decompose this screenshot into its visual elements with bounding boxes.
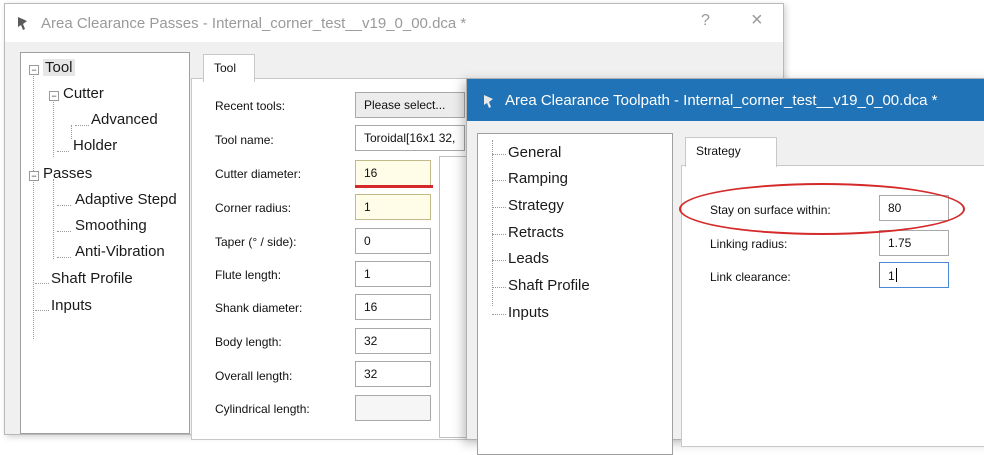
annotation-underline [355, 185, 433, 188]
flute-length-field[interactable]: 1 [355, 261, 431, 287]
linking-radius-field[interactable]: 1.75 [879, 230, 949, 256]
tab-tool[interactable]: Tool [203, 54, 255, 82]
corner-radius-field[interactable]: 1 [355, 194, 431, 220]
overall-length-field[interactable]: 32 [355, 361, 431, 387]
link-clearance-label: Link clearance: [710, 270, 791, 284]
link-clearance-value: 1 [888, 269, 895, 283]
tree-item-general[interactable]: General [508, 144, 561, 161]
collapse-icon[interactable]: − [29, 65, 39, 75]
title-bar[interactable]: Area Clearance Passes - Internal_corner_… [5, 4, 783, 42]
collapse-icon[interactable]: − [29, 171, 39, 181]
cutter-diameter-label: Cutter diameter: [215, 167, 302, 181]
tree-item-leads[interactable]: Leads [508, 250, 549, 267]
link-clearance-field[interactable]: 1 [879, 262, 949, 288]
cutter-diameter-field[interactable]: 16 [355, 160, 431, 186]
page-tree: General Ramping Strategy Retracts Leads … [477, 133, 673, 455]
annotation-ellipse [679, 183, 965, 235]
flute-length-label: Flute length: [215, 268, 282, 282]
body-length-label: Body length: [215, 335, 282, 349]
tree-item-shaft-profile[interactable]: Shaft Profile [508, 277, 590, 294]
tool-name-label: Tool name: [215, 133, 274, 147]
app-icon [18, 17, 27, 30]
help-button[interactable]: ? [701, 12, 710, 30]
window-title: Area Clearance Passes - Internal_corner_… [41, 15, 467, 32]
cylindrical-length-label: Cylindrical length: [215, 402, 310, 416]
tool-name-field[interactable]: Toroidal[16x1 32, [355, 125, 465, 151]
corner-radius-label: Corner radius: [215, 201, 292, 215]
shank-diameter-label: Shank diameter: [215, 301, 303, 315]
overall-length-label: Overall length: [215, 369, 293, 383]
tree-item-inputs[interactable]: Inputs [51, 297, 92, 314]
tree-item-smoothing[interactable]: Smoothing [75, 217, 147, 234]
tree-item-adaptive-stepdown[interactable]: Adaptive Stepd [75, 191, 177, 208]
page-tree: − Tool − Cutter Advanced Holder − Passes… [20, 52, 190, 434]
tree-item-strategy[interactable]: Strategy [508, 197, 564, 214]
app-icon [484, 95, 493, 108]
cylindrical-length-field[interactable] [355, 395, 431, 421]
close-button[interactable]: × [751, 9, 763, 32]
tree-item-ramping[interactable]: Ramping [508, 170, 568, 187]
window-title: Area Clearance Toolpath - Internal_corne… [505, 92, 938, 109]
tree-item-passes[interactable]: Passes [43, 165, 92, 182]
body-length-field[interactable]: 32 [355, 328, 431, 354]
tree-item-advanced[interactable]: Advanced [91, 111, 158, 128]
text-caret [895, 268, 897, 282]
taper-label: Taper (° / side): [215, 235, 297, 249]
tree-item-holder[interactable]: Holder [73, 137, 117, 154]
tree-item-inputs[interactable]: Inputs [508, 304, 549, 321]
tab-strategy[interactable]: Strategy [685, 137, 777, 167]
recent-tools-select[interactable]: Please select... [355, 92, 465, 118]
recent-tools-label: Recent tools: [215, 99, 286, 113]
shank-diameter-field[interactable]: 16 [355, 294, 431, 320]
tree-item-tool[interactable]: Tool [43, 59, 75, 76]
collapse-icon[interactable]: − [49, 91, 59, 101]
area-clearance-toolpath-dialog: Area Clearance Toolpath - Internal_corne… [466, 78, 984, 455]
taper-field[interactable]: 0 [355, 228, 431, 254]
linking-radius-label: Linking radius: [710, 237, 788, 251]
tree-item-shaft-profile[interactable]: Shaft Profile [51, 270, 133, 287]
tree-item-retracts[interactable]: Retracts [508, 224, 564, 241]
tree-item-anti-vibration[interactable]: Anti-Vibration [75, 243, 165, 260]
tree-item-cutter[interactable]: Cutter [63, 85, 104, 102]
title-bar[interactable]: Area Clearance Toolpath - Internal_corne… [467, 79, 984, 121]
